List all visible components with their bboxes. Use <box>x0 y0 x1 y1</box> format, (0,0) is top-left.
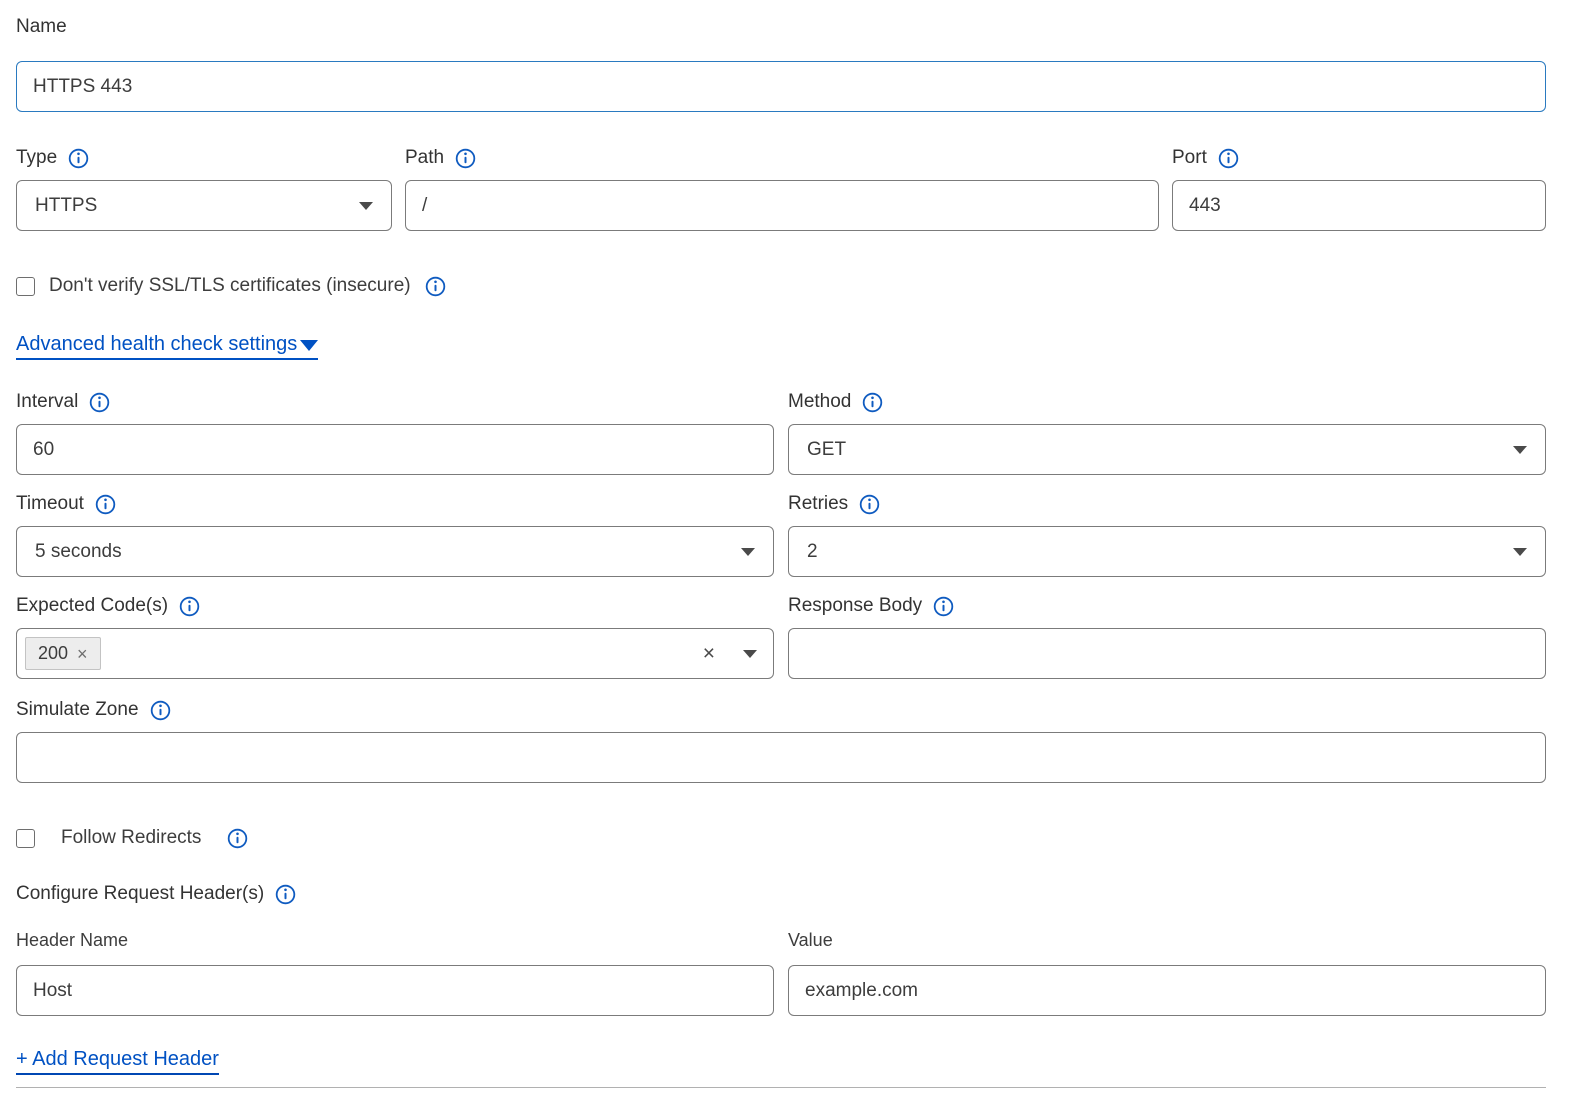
clear-icon[interactable]: × <box>703 643 715 664</box>
info-icon[interactable] <box>425 276 446 297</box>
follow-redirects-checkbox[interactable] <box>16 829 35 848</box>
name-label: Name <box>16 16 67 38</box>
timeout-label: Timeout <box>16 493 84 515</box>
path-label: Path <box>405 147 444 169</box>
retries-select-value: 2 <box>807 541 1513 563</box>
info-icon[interactable] <box>275 884 296 905</box>
header-value-column-label: Value <box>788 930 1546 951</box>
expected-codes-multiselect[interactable]: 200 × × <box>16 628 774 679</box>
info-icon[interactable] <box>455 148 476 169</box>
method-label: Method <box>788 391 851 413</box>
caret-down-icon <box>300 340 318 351</box>
remove-tag-icon[interactable]: × <box>77 645 88 663</box>
timeout-select-value: 5 seconds <box>35 541 741 563</box>
timeout-select[interactable]: 5 seconds <box>16 526 774 577</box>
path-input[interactable] <box>405 180 1159 231</box>
configure-headers-label: Configure Request Header(s) <box>16 883 264 905</box>
codes-body-row: Expected Code(s) 200 × × Response Body <box>16 595 1546 679</box>
info-icon[interactable] <box>227 828 248 849</box>
info-icon[interactable] <box>862 392 883 413</box>
advanced-settings-link[interactable]: Advanced health check settings <box>16 333 318 360</box>
info-icon[interactable] <box>1218 148 1239 169</box>
info-icon[interactable] <box>95 494 116 515</box>
add-request-header-link[interactable]: + Add Request Header <box>16 1048 219 1075</box>
interval-input[interactable] <box>16 424 774 475</box>
chevron-down-icon <box>1513 446 1527 454</box>
interval-method-row: Interval Method GET <box>16 391 1546 475</box>
header-name-input[interactable] <box>16 965 774 1016</box>
code-tag-value: 200 <box>38 643 68 664</box>
code-tag: 200 × <box>25 637 101 670</box>
header-name-column-label: Header Name <box>16 930 774 951</box>
request-header-row: Header Name Value <box>16 930 1546 1016</box>
port-label: Port <box>1172 147 1207 169</box>
verify-ssl-label: Don't verify SSL/TLS certificates (insec… <box>49 275 411 297</box>
info-icon[interactable] <box>859 494 880 515</box>
simulate-zone-input[interactable] <box>16 732 1546 783</box>
timeout-retries-row: Timeout 5 seconds Retries 2 <box>16 493 1546 577</box>
expected-codes-label: Expected Code(s) <box>16 595 168 617</box>
chevron-down-icon[interactable] <box>743 650 757 658</box>
retries-label: Retries <box>788 493 848 515</box>
info-icon[interactable] <box>68 148 89 169</box>
interval-label: Interval <box>16 391 78 413</box>
info-icon[interactable] <box>89 392 110 413</box>
response-body-label: Response Body <box>788 595 922 617</box>
simulate-zone-label: Simulate Zone <box>16 699 139 721</box>
info-icon[interactable] <box>150 700 171 721</box>
type-select-value: HTTPS <box>35 195 359 217</box>
health-check-form: Name Type HTTPS Path Port <box>0 0 1570 1088</box>
type-select[interactable]: HTTPS <box>16 180 392 231</box>
follow-redirects-label: Follow Redirects <box>61 827 201 849</box>
chevron-down-icon <box>741 548 755 556</box>
port-input[interactable] <box>1172 180 1546 231</box>
verify-ssl-checkbox[interactable] <box>16 277 35 296</box>
info-icon[interactable] <box>933 596 954 617</box>
chevron-down-icon <box>359 202 373 210</box>
verify-ssl-row: Don't verify SSL/TLS certificates (insec… <box>16 275 1546 297</box>
response-body-input[interactable] <box>788 628 1546 679</box>
section-divider <box>16 1087 1546 1088</box>
method-select[interactable]: GET <box>788 424 1546 475</box>
header-value-input[interactable] <box>788 965 1546 1016</box>
type-path-port-row: Type HTTPS Path Port <box>16 147 1546 231</box>
follow-redirects-row: Follow Redirects <box>16 827 1546 849</box>
chevron-down-icon <box>1513 548 1527 556</box>
name-input[interactable] <box>16 61 1546 112</box>
method-select-value: GET <box>807 439 1513 461</box>
advanced-settings-link-text: Advanced health check settings <box>16 333 297 356</box>
type-label: Type <box>16 147 57 169</box>
retries-select[interactable]: 2 <box>788 526 1546 577</box>
info-icon[interactable] <box>179 596 200 617</box>
